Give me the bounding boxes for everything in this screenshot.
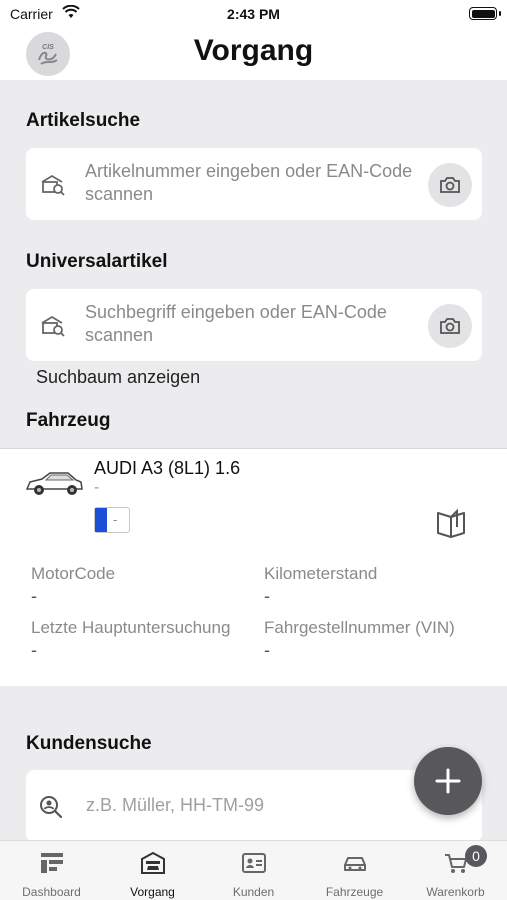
- universal-article-title: Universalartikel: [26, 251, 168, 272]
- eu-strip: [95, 508, 107, 532]
- tab-warenkorb-label: Warenkorb: [426, 885, 485, 899]
- tab-kunden-label: Kunden: [232, 885, 275, 899]
- vehicle-card[interactable]: AUDI A3 (8L1) 1.6 - - MotorCode - Kilome…: [0, 448, 507, 686]
- dashboard-icon: [41, 853, 63, 873]
- vin-label: Fahrgestellnummer (VIN): [264, 618, 455, 637]
- tab-fahrzeuge[interactable]: Fahrzeuge: [304, 841, 405, 900]
- last-inspection-value: -: [31, 640, 37, 660]
- universal-scan-button[interactable]: [428, 304, 472, 348]
- car-icon: [344, 857, 366, 871]
- camera-icon: [440, 318, 460, 334]
- mileage-label: Kilometerstand: [264, 564, 378, 583]
- license-plate: -: [94, 507, 130, 533]
- vehicle-name: AUDI A3 (8L1) 1.6: [94, 458, 241, 478]
- header: CIS Vorgang: [0, 28, 507, 80]
- parts-search-icon: [41, 315, 65, 337]
- vehicle-subtitle: -: [94, 479, 100, 496]
- tab-bar: Dashboard Vorgang Kunden Fahrzeuge 0 War…: [0, 840, 507, 900]
- customer-search-title: Kundensuche: [26, 733, 152, 754]
- clock: 2:43 PM: [227, 6, 280, 22]
- tab-warenkorb[interactable]: 0 Warenkorb: [405, 841, 506, 900]
- parts-search-icon: [41, 174, 65, 196]
- mileage-value: -: [264, 586, 270, 606]
- license-plate-number: -: [113, 512, 118, 527]
- search-tree-link[interactable]: Suchbaum anzeigen: [36, 367, 200, 388]
- garage-icon: [141, 851, 165, 874]
- battery-icon: [469, 7, 501, 20]
- manual-book-icon[interactable]: [435, 507, 467, 539]
- tab-dashboard[interactable]: Dashboard: [1, 841, 102, 900]
- person-search-icon: [40, 796, 63, 819]
- page-title: Vorgang: [193, 34, 314, 67]
- cart-count-badge: 0: [465, 845, 487, 867]
- tab-vorgang-label: Vorgang: [130, 885, 175, 899]
- universal-search-placeholder: Suchbegriff eingeben oder EAN-Code scann…: [85, 302, 387, 345]
- plus-icon: [435, 768, 461, 794]
- vehicle-section-title: Fahrzeug: [26, 410, 111, 431]
- universal-search-field[interactable]: Suchbegriff eingeben oder EAN-Code scann…: [26, 289, 482, 361]
- status-bar: Carrier 2:43 PM: [0, 0, 507, 28]
- tab-dashboard-label: Dashboard: [22, 885, 81, 899]
- contact-card-icon: [242, 853, 266, 873]
- last-inspection-label: Letzte Hauptuntersuchung: [31, 618, 231, 637]
- add-button[interactable]: [414, 747, 482, 815]
- car-icon: [25, 472, 83, 495]
- motorcode-label: MotorCode: [31, 564, 116, 583]
- tab-vorgang[interactable]: Vorgang: [102, 841, 203, 900]
- tab-fahrzeuge-label: Fahrzeuge: [325, 885, 384, 899]
- article-search-title: Artikelsuche: [26, 110, 141, 131]
- tab-kunden[interactable]: Kunden: [203, 841, 304, 900]
- article-search-placeholder: Artikelnummer eingeben oder EAN-Code sca…: [85, 161, 413, 204]
- camera-icon: [440, 177, 460, 193]
- customer-search-placeholder: z.B. Müller, HH-TM-99: [86, 795, 265, 815]
- motorcode-value: -: [31, 586, 37, 606]
- vin-value: -: [264, 640, 270, 660]
- article-scan-button[interactable]: [428, 163, 472, 207]
- article-search-field[interactable]: Artikelnummer eingeben oder EAN-Code sca…: [26, 148, 482, 220]
